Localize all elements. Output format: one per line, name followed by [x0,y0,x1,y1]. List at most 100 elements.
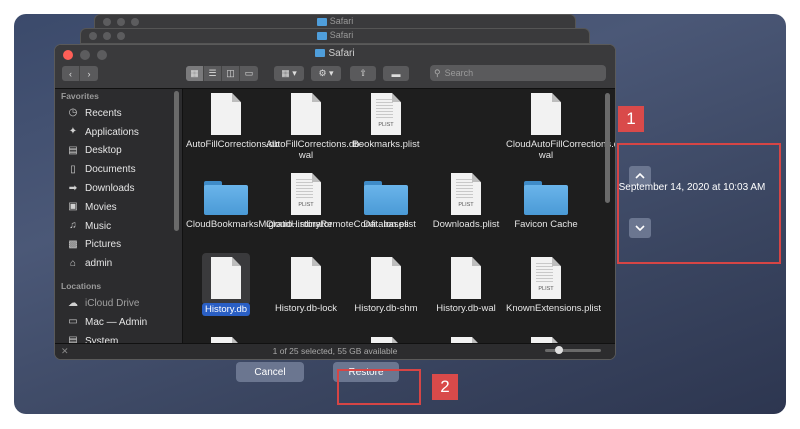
chevron-down-icon: ▾ [292,68,297,78]
status-bar: ✕ 1 of 25 selected, 55 GB available [55,343,615,359]
timeline-down-button[interactable] [629,218,651,238]
view-mode-switcher: ▦ ☰ ◫ ▭ [186,66,258,81]
folder-item[interactable]: Databases [346,173,426,230]
sidebar-item-movies[interactable]: ▣ Movies [55,198,182,217]
icon-size-slider[interactable] [545,346,601,354]
action-menu-button[interactable]: ⚙ ▾ [311,66,341,81]
file-name: Favicon Cache [514,219,578,230]
snapshot-date: September 14, 2020 at 10:03 AM [618,182,766,193]
file-item[interactable]: History.db-lock [266,257,346,314]
forward-button[interactable]: › [80,66,98,81]
file-name: CloudBookmarksMigratio...rdinator [186,219,333,230]
folder-icon [204,181,248,215]
file-item[interactable]: CloudAutoFillCorrections.db-wal [506,93,615,161]
file-name: AutoFillCorrections.db [186,139,280,150]
sidebar-item-icloud-drive[interactable]: ☁ iCloud Drive [55,294,182,313]
plist-tag: PLIST [458,202,474,208]
file-name: History.db-wal [436,303,496,314]
favorites-header: Favorites [61,91,99,101]
sidebar-item-label: Music [85,220,112,232]
column-view-button[interactable]: ◫ [222,66,240,81]
home-icon: ⌂ [69,257,77,269]
share-button[interactable]: ⇧ [350,66,376,81]
step-badge-2: 2 [432,374,458,400]
sidebar-item-documents[interactable]: ▯ Documents [55,160,182,179]
ghost-window-title: Safari [329,30,354,40]
list-view-button[interactable]: ☰ [204,66,222,81]
document-icon [451,257,481,299]
folder-icon [364,181,408,215]
sidebar-item-music[interactable]: ♫ Music [55,217,182,236]
document-icon [211,93,241,135]
file-name: CloudHistoryRemoteConfi...ion.plist [266,219,416,230]
finder-sidebar: Favorites ◷ Recents ✦ Applications ▤ Deskto… [55,89,183,347]
sidebar-item-label: admin [85,258,113,270]
window-title-text: Safari [328,48,355,59]
scrollbar-thumb[interactable] [605,93,610,203]
share-icon: ⇧ [359,68,367,78]
file-name: Downloads.plist [432,219,500,230]
document-icon: ▯ [70,163,76,175]
computer-icon: ▭ [68,316,78,328]
file-item[interactable]: PLIST Downloads.plist [426,173,506,230]
timeline-highlight-box [617,143,781,264]
document-icon [531,93,561,135]
finder-window: Safari ‹ › ▦ ☰ ◫ ▭ ▦ ▾ ⚙ ▾ ⇧ ▬ ⚲ Favorit… [54,44,616,360]
folder-icon [316,17,327,26]
cancel-button[interactable]: Cancel [236,362,304,382]
back-button[interactable]: ‹ [62,66,80,81]
file-item[interactable]: PLIST Bookmarks.plist [346,93,426,150]
plist-document-icon: PLIST [531,257,561,299]
search-field[interactable]: ⚲ [430,65,606,81]
sidebar-item-downloads[interactable]: ➡ Downloads [55,179,182,198]
document-icon [211,257,241,299]
tags-button[interactable]: ▬ [383,66,409,81]
file-item[interactable]: AutoFillCorrections.db-wal [266,93,363,161]
sidebar-item-pictures[interactable]: ▩ Pictures [55,236,182,255]
chevron-down-icon [635,225,645,231]
file-item[interactable]: AutoFillCorrections.db [186,93,280,150]
plist-tag: PLIST [298,202,314,208]
window-title: Safari [55,48,615,59]
sidebar-item-applications[interactable]: ✦ Applications [55,123,182,142]
group-by-button[interactable]: ▦ ▾ [274,66,304,81]
folder-icon [316,31,327,40]
film-icon: ▣ [68,201,78,213]
tag-icon: ▬ [391,68,401,79]
nav-buttons: ‹ › [62,66,98,81]
file-item-selected[interactable]: History.db [186,253,266,316]
sidebar-item-label: Downloads [85,183,135,195]
document-icon [291,93,321,135]
plist-tag: PLIST [538,286,554,292]
sidebar-item-admin[interactable]: ⌂ admin [55,254,182,273]
sidebar-item-mac-admin[interactable]: ▭ Mac — Admin [55,313,182,332]
search-input[interactable] [444,68,595,78]
file-item[interactable]: PLIST CloudHistoryRemoteConfi...ion.plis… [266,173,416,230]
file-name: History.db-shm [354,303,418,314]
file-grid: AutoFillCorrections.db AutoFillCorrectio… [184,89,615,345]
slider-knob[interactable] [555,346,563,354]
folder-item[interactable]: CloudBookmarksMigratio...rdinator [186,173,333,230]
file-name: History.db-lock [274,303,338,314]
file-name: AutoFillCorrections.db-wal [266,139,363,161]
locations-header: Locations [61,281,102,292]
sidebar-item-label: Recents [85,107,122,119]
sidebar-item-recents[interactable]: ◷ Recents [55,104,182,123]
file-name: KnownExtensions.plist [506,303,602,314]
file-item[interactable]: PLIST KnownExtensions.plist [506,257,602,314]
sidebar-item-desktop[interactable]: ▤ Desktop [55,142,182,161]
folder-icon [315,49,326,58]
sidebar-scrollbar[interactable] [174,91,179,231]
file-grid-scrollbar[interactable] [605,89,611,345]
plist-tag: PLIST [378,122,394,128]
file-item[interactable]: History.db-wal [426,257,506,314]
file-item[interactable]: History.db-shm [346,257,426,314]
close-icon[interactable]: ✕ [61,344,69,359]
folder-item[interactable]: Favicon Cache [506,173,586,230]
cloud-icon: ☁ [68,297,78,309]
download-icon: ➡ [68,182,78,194]
icon-view-button[interactable]: ▦ [186,66,204,81]
gallery-view-button[interactable]: ▭ [240,66,258,81]
sidebar-item-label: iCloud Drive [85,298,140,310]
gear-icon: ⚙ [318,68,327,78]
